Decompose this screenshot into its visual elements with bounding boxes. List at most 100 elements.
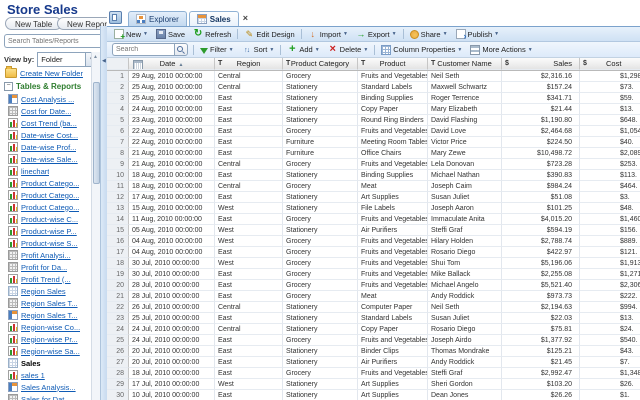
table-cell[interactable]: $7. <box>580 357 640 368</box>
table-cell[interactable]: 10 Jul, 2010 00:00:00 <box>129 390 215 400</box>
table-cell[interactable]: Mary Zewe <box>428 148 502 159</box>
row-number-cell[interactable]: 26 <box>107 346 129 357</box>
table-cell[interactable]: 18 Aug, 2010 00:00:00 <box>129 170 215 181</box>
table-row[interactable]: 25 24 Jul, 2010 00:00:00 East Grocery Fruits… <box>107 335 640 346</box>
import-button[interactable]: Import▼ <box>304 28 352 40</box>
table-cell[interactable]: $540. <box>580 335 640 346</box>
add-button[interactable]: Add▼ <box>283 44 323 56</box>
sidebar-item[interactable]: Cost Trend (ba... <box>0 117 91 129</box>
table-cell[interactable]: Stationery <box>283 390 358 400</box>
table-row[interactable]: 16 04 Aug, 2010 00:00:00 West Grocery Fruits… <box>107 236 640 247</box>
table-cell[interactable]: 25 Jul, 2010 00:00:00 <box>129 313 215 324</box>
table-cell[interactable]: Sheri Gordon <box>428 379 502 390</box>
table-cell[interactable]: Stationery <box>283 302 358 313</box>
table-cell[interactable]: $2,316.16 <box>502 71 580 82</box>
table-cell[interactable]: $2,992.47 <box>502 368 580 379</box>
row-number-cell[interactable]: 14 <box>107 214 129 225</box>
table-cell[interactable]: Grocery <box>283 126 358 137</box>
table-cell[interactable]: Round Ring Binders <box>358 115 428 126</box>
table-cell[interactable]: 21 Aug, 2010 00:00:00 <box>129 148 215 159</box>
table-cell[interactable]: 18 Jul, 2010 00:00:00 <box>129 368 215 379</box>
table-cell[interactable]: Central <box>215 82 283 93</box>
table-cell[interactable]: Fruits and Vegetables <box>358 159 428 170</box>
table-cell[interactable]: Computer Paper <box>358 302 428 313</box>
table-cell[interactable]: Central <box>215 71 283 82</box>
table-cell[interactable]: Stationery <box>283 379 358 390</box>
table-cell[interactable]: Mike Ballack <box>428 269 502 280</box>
table-cell[interactable]: 24 Jul, 2010 00:00:00 <box>129 335 215 346</box>
table-cell[interactable]: Fruits and Vegetables <box>358 368 428 379</box>
table-cell[interactable]: $253. <box>580 159 640 170</box>
table-row[interactable]: 30 10 Jul, 2010 00:00:00 East Stationery Art… <box>107 390 640 400</box>
table-cell[interactable]: 22 Aug, 2010 00:00:00 <box>129 126 215 137</box>
table-cell[interactable]: $1,460. <box>580 214 640 225</box>
table-cell[interactable]: 20 Jul, 2010 00:00:00 <box>129 357 215 368</box>
table-cell[interactable]: $3. <box>580 192 640 203</box>
row-number-cell[interactable]: 29 <box>107 379 129 390</box>
sidebar-item[interactable]: Date-wise Cost... <box>0 129 91 141</box>
row-number-cell[interactable]: 18 <box>107 258 129 269</box>
column-header-product[interactable]: T Product <box>358 58 428 70</box>
table-cell[interactable]: Stationery <box>283 192 358 203</box>
table-row[interactable]: 20 28 Jul, 2010 00:00:00 East Grocery Fruits… <box>107 280 640 291</box>
filter-button[interactable]: Filter ▼ <box>196 44 238 56</box>
export-button[interactable]: Export▼ <box>352 28 401 40</box>
row-number-cell[interactable]: 15 <box>107 225 129 236</box>
table-row[interactable]: 6 22 Aug, 2010 00:00:00 East Grocery Fruits … <box>107 126 640 137</box>
row-number-cell[interactable]: 11 <box>107 181 129 192</box>
column-header-sales[interactable]: $ Sales <box>502 58 580 70</box>
table-row[interactable]: 9 21 Aug, 2010 00:00:00 Central Grocery Frui… <box>107 159 640 170</box>
table-cell[interactable]: $594.19 <box>502 225 580 236</box>
table-cell[interactable]: 17 Aug, 2010 00:00:00 <box>129 192 215 203</box>
table-cell[interactable]: Joseph Airdo <box>428 335 502 346</box>
table-cell[interactable]: Copy Paper <box>358 104 428 115</box>
sidebar-item[interactable]: Profit Analysi... <box>0 249 91 261</box>
table-cell[interactable]: East <box>215 291 283 302</box>
table-cell[interactable]: $48. <box>580 203 640 214</box>
column-header-customer-name[interactable]: T Customer Name <box>428 58 502 70</box>
row-number-cell[interactable]: 16 <box>107 236 129 247</box>
table-cell[interactable]: Office Chairs <box>358 148 428 159</box>
table-row[interactable]: 4 24 Aug, 2010 00:00:00 East Stationery Copy… <box>107 104 640 115</box>
table-cell[interactable]: $26.26 <box>502 390 580 400</box>
table-cell[interactable]: $13. <box>580 313 640 324</box>
table-cell[interactable]: Grocery <box>283 71 358 82</box>
edit-design-button[interactable]: Edit Design <box>240 28 298 40</box>
collapse-panel-icon[interactable]: ◀ <box>102 58 106 64</box>
row-number-cell[interactable]: 24 <box>107 324 129 335</box>
table-cell[interactable]: 26 Jul, 2010 00:00:00 <box>129 302 215 313</box>
table-cell[interactable]: Fruits and Vegetables <box>358 269 428 280</box>
table-cell[interactable]: Fruits and Vegetables <box>358 71 428 82</box>
sidebar-item[interactable]: Product Catego... <box>0 189 91 201</box>
table-cell[interactable]: 04 Aug, 2010 00:00:00 <box>129 247 215 258</box>
row-number-cell[interactable]: 9 <box>107 159 129 170</box>
table-cell[interactable]: Grocery <box>283 181 358 192</box>
table-cell[interactable]: Grocery <box>283 236 358 247</box>
table-cell[interactable]: 25 Aug, 2010 00:00:00 <box>129 93 215 104</box>
table-cell[interactable]: Fruits and Vegetables <box>358 335 428 346</box>
table-cell[interactable]: $26. <box>580 379 640 390</box>
table-cell[interactable]: $390.83 <box>502 170 580 181</box>
table-cell[interactable]: Michael Angelo <box>428 280 502 291</box>
table-cell[interactable]: Grocery <box>283 368 358 379</box>
table-cell[interactable]: 15 Aug, 2010 00:00:00 <box>129 203 215 214</box>
table-cell[interactable]: West <box>215 236 283 247</box>
table-cell[interactable]: Andy Roddick <box>428 291 502 302</box>
table-cell[interactable]: $2,306. <box>580 280 640 291</box>
table-cell[interactable]: 30 Jul, 2010 00:00:00 <box>129 269 215 280</box>
table-cell[interactable]: File Labels <box>358 203 428 214</box>
table-cell[interactable]: Furniture <box>283 137 358 148</box>
table-cell[interactable]: David Love <box>428 126 502 137</box>
table-cell[interactable]: Joseph Aaron <box>428 203 502 214</box>
table-cell[interactable]: Stationery <box>283 115 358 126</box>
table-cell[interactable]: $341.71 <box>502 93 580 104</box>
table-row[interactable]: 1 29 Aug, 2010 00:00:00 Central Grocery Frui… <box>107 71 640 82</box>
table-cell[interactable]: Andy Roddick <box>428 357 502 368</box>
refresh-button[interactable]: Refresh <box>189 28 235 40</box>
row-number-cell[interactable]: 20 <box>107 280 129 291</box>
sidebar-item[interactable]: Region-wise Co... <box>0 321 91 333</box>
row-number-cell[interactable]: 17 <box>107 247 129 258</box>
table-cell[interactable]: Fruits and Vegetables <box>358 236 428 247</box>
table-cell[interactable]: Susan Juliet <box>428 313 502 324</box>
table-cell[interactable]: Binding Supplies <box>358 170 428 181</box>
